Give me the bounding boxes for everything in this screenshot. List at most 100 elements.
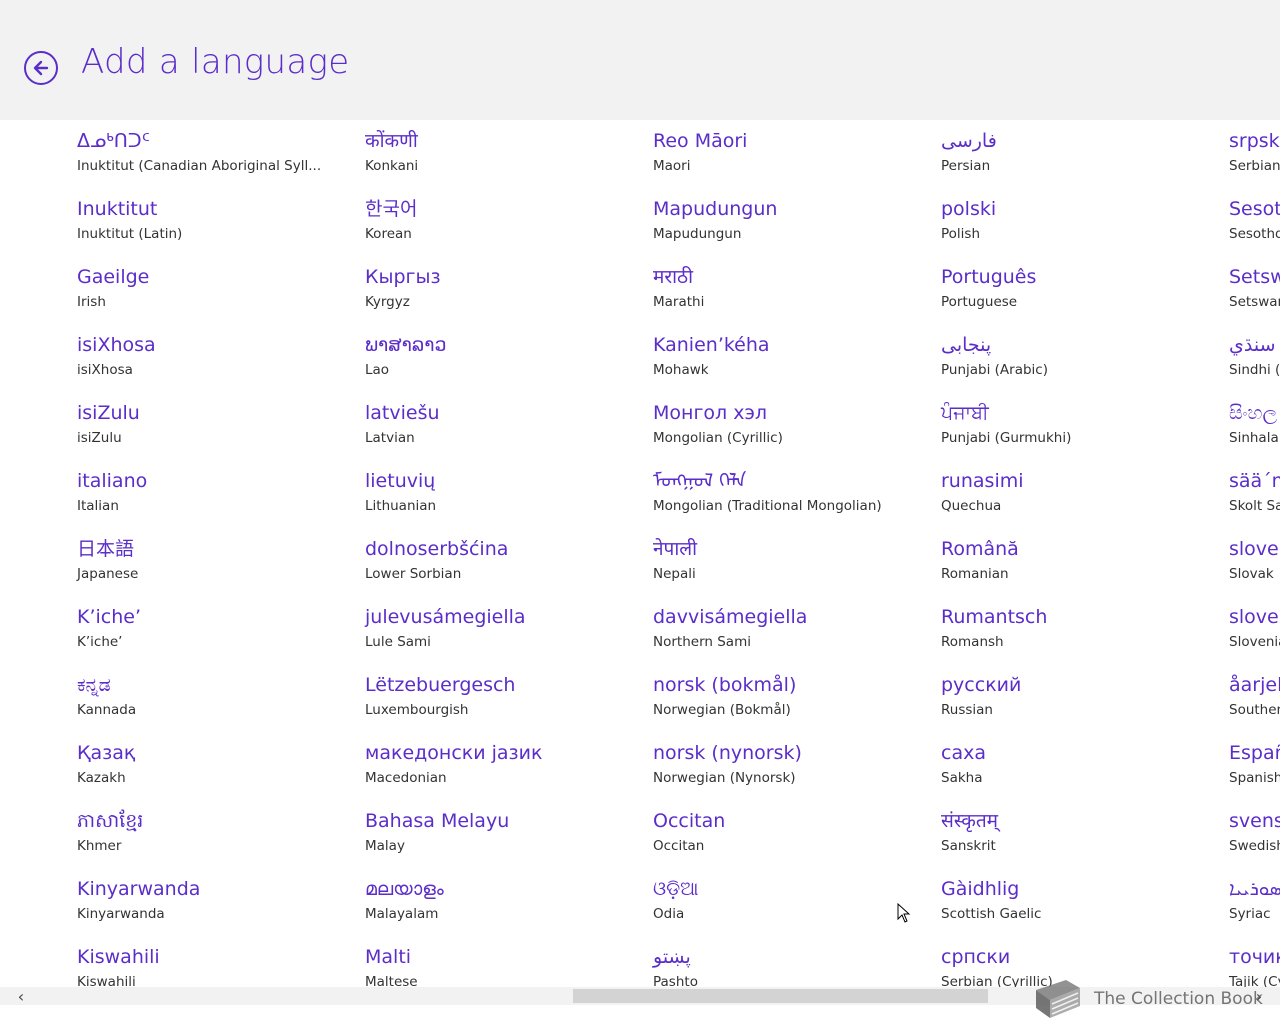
language-item[interactable]: isiZulu isiZulu	[77, 392, 357, 460]
language-item[interactable]: فارسی Persian	[941, 120, 1221, 188]
language-item[interactable]: julevusámegiella Lule Sami	[365, 596, 645, 664]
language-item[interactable]: 한국어 Korean	[365, 188, 645, 256]
language-english-name: Slovak	[1229, 566, 1274, 582]
language-item[interactable]: polski Polish	[941, 188, 1221, 256]
scrollbar-thumb[interactable]	[573, 989, 988, 1003]
language-item[interactable]: Português Portuguese	[941, 256, 1221, 324]
language-item[interactable]: македонски јазик Macedonian	[365, 732, 645, 800]
language-item[interactable]: संस्कृतम् Sanskrit	[941, 800, 1221, 868]
language-item[interactable]: नेपाली Nepali	[653, 528, 933, 596]
language-item[interactable]: Kanien’kéha Mohawk	[653, 324, 933, 392]
language-item[interactable]: پښتو Pashto	[653, 936, 933, 990]
language-item[interactable]: Reo Māori Maori	[653, 120, 933, 188]
language-item[interactable]: ಕನ್ನಡ Kannada	[77, 664, 357, 732]
language-english-name: Swedish	[1229, 838, 1280, 854]
language-item[interactable]: ພາສາລາວ Lao	[365, 324, 645, 392]
language-native-name: Kinyarwanda	[77, 878, 201, 900]
language-native-name: svens	[1229, 810, 1280, 832]
language-english-name: Portuguese	[941, 294, 1018, 310]
language-item[interactable]: Occitan Occitan	[653, 800, 933, 868]
language-english-name: Quechua	[941, 498, 1002, 514]
language-item[interactable]: åarjel Souther	[1229, 664, 1280, 732]
language-item[interactable]: Españ Spanish	[1229, 732, 1280, 800]
language-item[interactable]: italiano Italian	[77, 460, 357, 528]
language-item[interactable]: Română Romanian	[941, 528, 1221, 596]
language-english-name: Mongolian (Cyrillic)	[653, 430, 783, 446]
scroll-left-button[interactable]: ‹	[10, 986, 32, 1006]
language-item[interactable]: dolnoserbšćina Lower Sorbian	[365, 528, 645, 596]
language-item[interactable]: Kinyarwanda Kinyarwanda	[77, 868, 357, 936]
language-item[interactable]: Kiswahili Kiswahili	[77, 936, 357, 990]
language-english-name: Odia	[653, 906, 685, 922]
language-item[interactable]: svens Swedish	[1229, 800, 1280, 868]
language-item[interactable]: Setsw Setswan	[1229, 256, 1280, 324]
language-item[interactable]: runasimi Quechua	[941, 460, 1221, 528]
language-english-name: Italian	[77, 498, 119, 514]
watermark: The Collection Book	[1028, 976, 1263, 1022]
language-english-name: Persian	[941, 158, 991, 174]
language-item[interactable]: Mapudungun Mapudungun	[653, 188, 933, 256]
language-item[interactable]: lietuvių Lithuanian	[365, 460, 645, 528]
language-native-name: sää´m	[1229, 470, 1280, 492]
language-item[interactable]: پنجابی Punjabi (Arabic)	[941, 324, 1221, 392]
language-native-name: سنڌي	[1229, 334, 1276, 356]
language-native-name: 日本語	[77, 538, 135, 560]
language-item[interactable]: कोंकणी Konkani	[365, 120, 645, 188]
language-item[interactable]: Монгол хэл Mongolian (Cyrillic)	[653, 392, 933, 460]
language-item[interactable]: සිංහල Sinhala	[1229, 392, 1280, 460]
language-item[interactable]: മലയാളം Malayalam	[365, 868, 645, 936]
language-item[interactable]: ᠮᠣᠩᠭᠣᠯ ᠬᠡᠯᠡ Mongolian (Traditional Mongol…	[653, 460, 933, 528]
language-item[interactable]: srpski Serbian	[1229, 120, 1280, 188]
language-native-name: پنجابی	[941, 334, 992, 356]
language-item[interactable]: sloven Slovenia	[1229, 596, 1280, 664]
language-item[interactable]: ᐃᓄᒃᑎᑐᑦ Inuktitut (Canadian Aboriginal Syl…	[77, 120, 357, 188]
language-item[interactable]: Gaeilge Irish	[77, 256, 357, 324]
language-item[interactable]: Sesot Sesotho	[1229, 188, 1280, 256]
language-item[interactable]: Lëtzebuergesch Luxembourgish	[365, 664, 645, 732]
language-item[interactable]: 日本語 Japanese	[77, 528, 357, 596]
language-english-name: Souther	[1229, 702, 1280, 718]
language-english-name: K’iche’	[77, 634, 123, 650]
language-native-name: Português	[941, 266, 1037, 288]
language-item[interactable]: саха Sakha	[941, 732, 1221, 800]
language-item[interactable]: norsk (nynorsk) Norwegian (Nynorsk)	[653, 732, 933, 800]
language-native-name: саха	[941, 742, 986, 764]
language-native-name: polski	[941, 198, 997, 220]
language-english-name: Norwegian (Nynorsk)	[653, 770, 796, 786]
language-english-name: Scottish Gaelic	[941, 906, 1042, 922]
language-item[interactable]: Malti Maltese	[365, 936, 645, 990]
book-icon	[1036, 980, 1080, 1018]
language-english-name: Nepali	[653, 566, 696, 582]
language-english-name: Norwegian (Bokmål)	[653, 702, 791, 718]
language-native-name: Españ	[1229, 742, 1280, 764]
language-english-name: Serbian	[1229, 158, 1280, 174]
language-item[interactable]: Bahasa Melayu Malay	[365, 800, 645, 868]
language-native-name: Lëtzebuergesch	[365, 674, 516, 696]
language-item[interactable]: سنڌي Sindhi (A	[1229, 324, 1280, 392]
back-button[interactable]	[24, 51, 58, 85]
language-item[interactable]: ਪੰਜਾਬੀ Punjabi (Gurmukhi)	[941, 392, 1221, 460]
language-item[interactable]: русский Russian	[941, 664, 1221, 732]
language-item[interactable]: ភាសាខ្មែរ Khmer	[77, 800, 357, 868]
language-native-name: فارسی	[941, 130, 997, 152]
language-item[interactable]: sää´m Skolt Sa	[1229, 460, 1280, 528]
language-item[interactable]: Rumantsch Romansh	[941, 596, 1221, 664]
language-english-name: Kyrgyz	[365, 294, 410, 310]
language-english-name: Punjabi (Gurmukhi)	[941, 430, 1072, 446]
language-item[interactable]: isiXhosa isiXhosa	[77, 324, 357, 392]
language-item[interactable]: मराठी Marathi	[653, 256, 933, 324]
language-item[interactable]: latviešu Latvian	[365, 392, 645, 460]
chevron-left-icon: ‹	[17, 986, 25, 1006]
language-item[interactable]: K’iche’ K’iche’	[77, 596, 357, 664]
language-item[interactable]: ܣܘܪܝܝܐ Syriac	[1229, 868, 1280, 936]
language-item[interactable]: sloven Slovak	[1229, 528, 1280, 596]
language-english-name: Latvian	[365, 430, 415, 446]
language-item[interactable]: Кыргыз Kyrgyz	[365, 256, 645, 324]
language-item[interactable]: davvisámegiella Northern Sami	[653, 596, 933, 664]
language-item[interactable]: ଓଡ଼ିଆ Odia	[653, 868, 933, 936]
language-item[interactable]: norsk (bokmål) Norwegian (Bokmål)	[653, 664, 933, 732]
language-item[interactable]: Gàidhlig Scottish Gaelic	[941, 868, 1221, 936]
language-english-name: Sesotho	[1229, 226, 1280, 242]
language-item[interactable]: Қазақ Kazakh	[77, 732, 357, 800]
language-item[interactable]: Inuktitut Inuktitut (Latin)	[77, 188, 357, 256]
